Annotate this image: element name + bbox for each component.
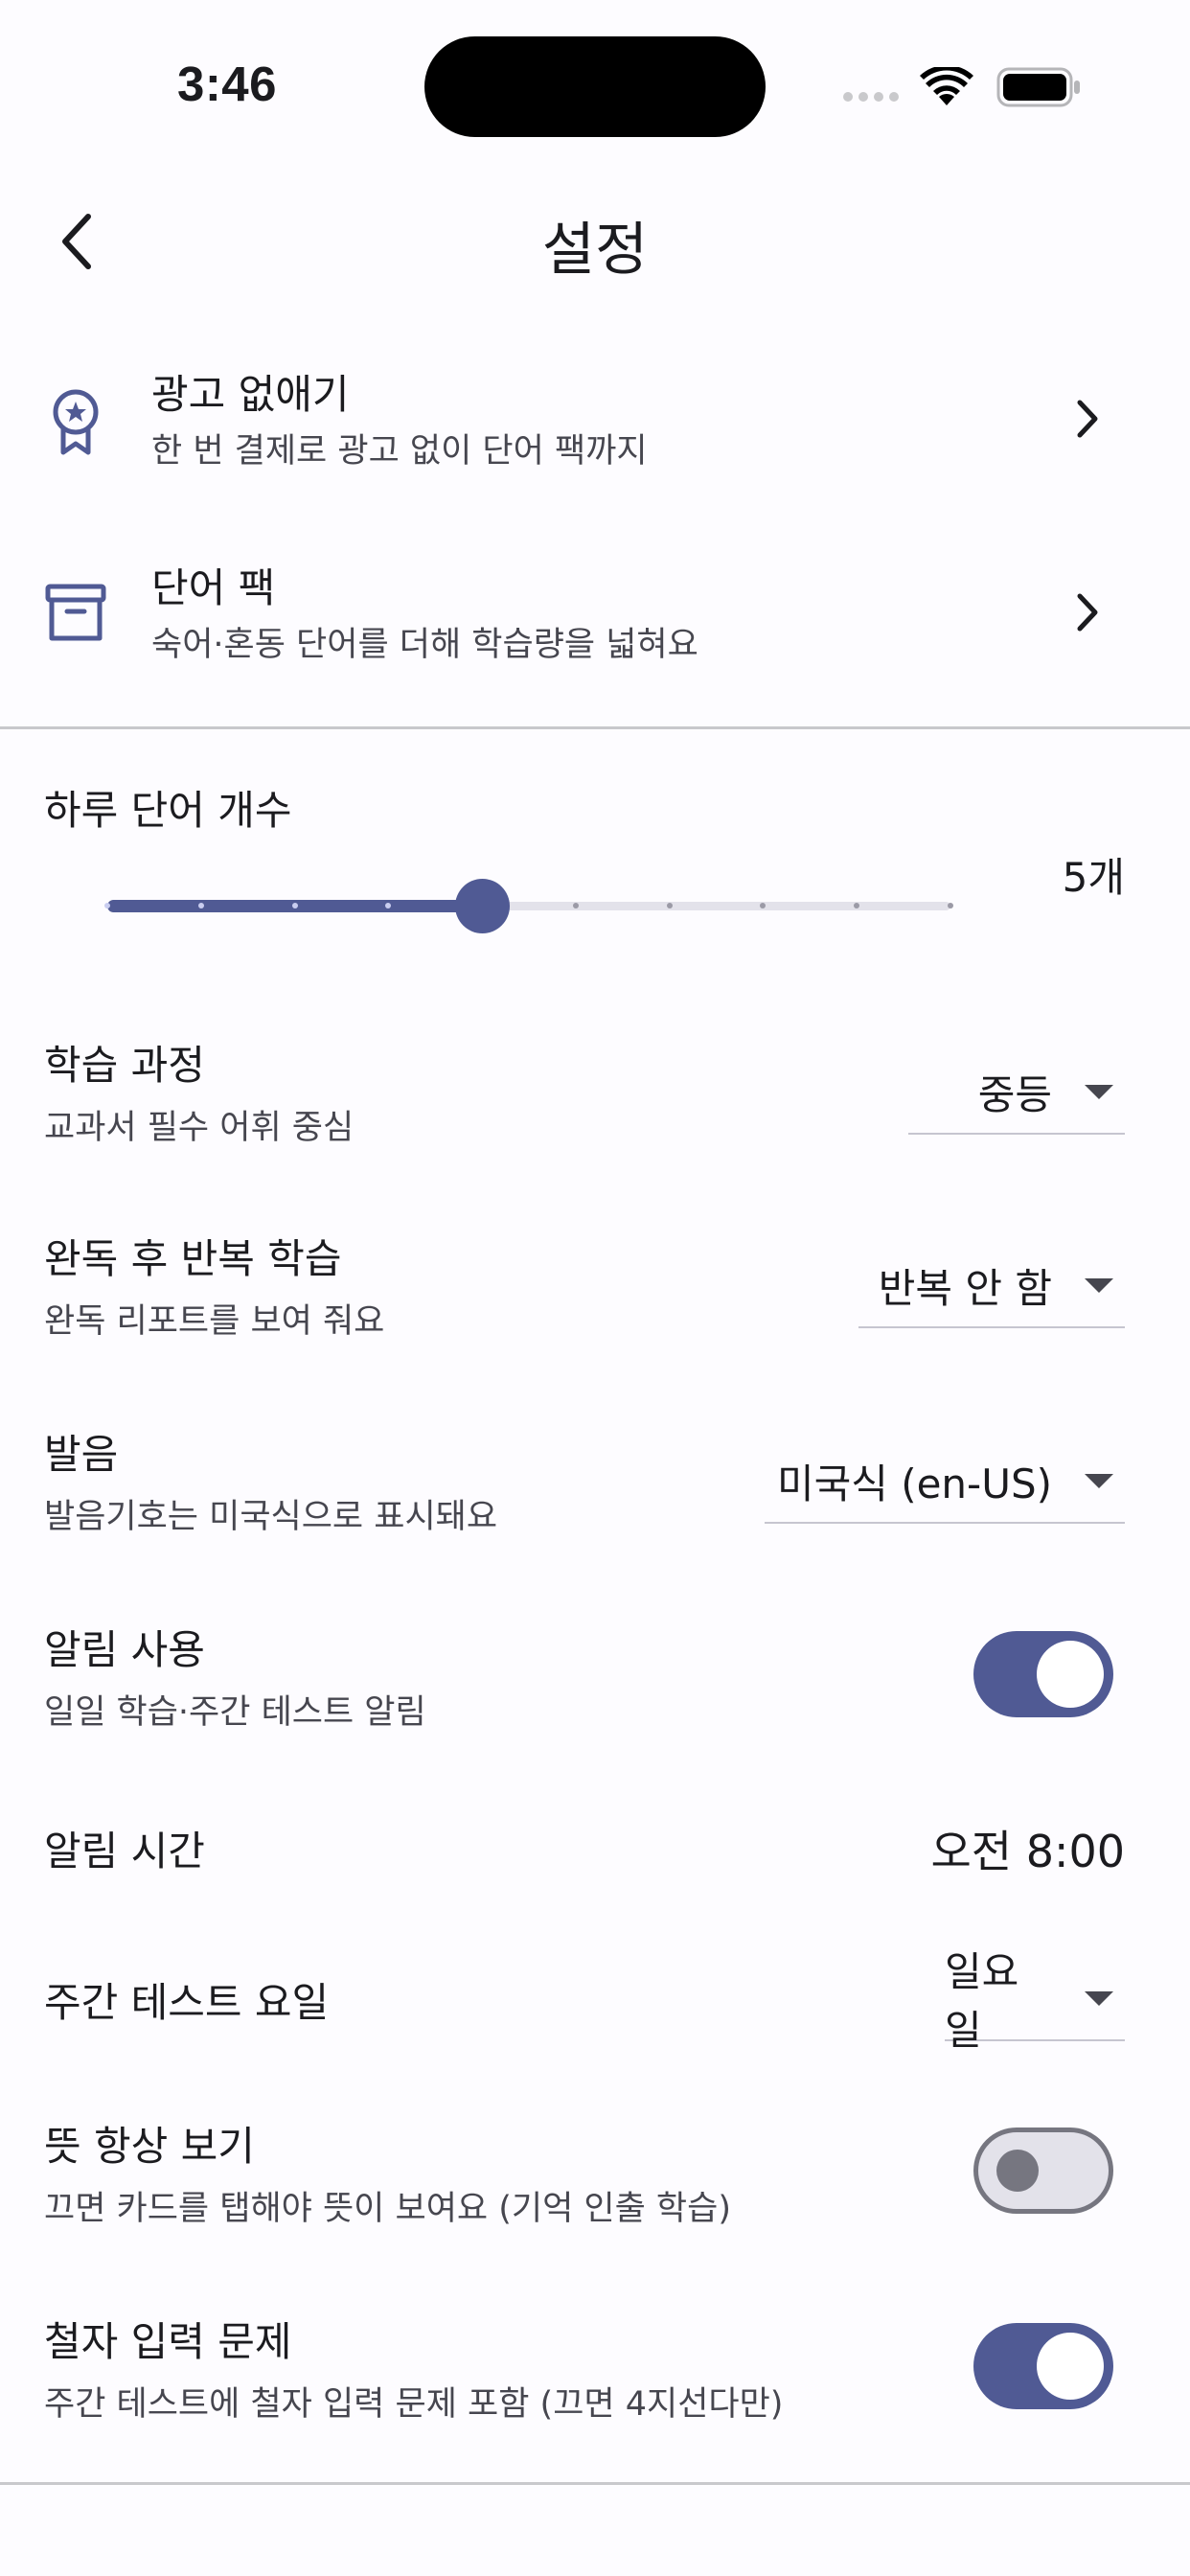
notifications-title: 알림 사용 — [44, 1626, 205, 1673]
course-title: 학습 과정 — [44, 1042, 205, 1089]
notifications-subtitle: 일일 학습·주간 테스트 알림 — [44, 1693, 426, 1732]
archive-box-icon — [42, 579, 109, 650]
repeat-selected: 반복 안 함 — [878, 1264, 1052, 1312]
notification-time-title: 알림 시간 — [44, 1828, 205, 1874]
word-packs-title: 단어 팩 — [151, 564, 276, 611]
word-packs-subtitle: 숙어·혼동 단어를 더해 학습량을 넓혀요 — [151, 626, 698, 664]
cellular-signal-icon — [843, 92, 899, 102]
caret-down-icon — [1085, 1277, 1113, 1293]
toggle-knob — [996, 2150, 1039, 2192]
test-day-selected: 일요일 — [945, 1948, 1019, 2054]
pronunciation-title: 발음 — [44, 1431, 119, 1478]
section-divider — [0, 726, 1190, 729]
slider-tick — [948, 903, 953, 908]
chevron-right-icon — [1073, 590, 1102, 638]
bottom-divider — [0, 2482, 1190, 2485]
page-title: 설정 — [541, 217, 649, 284]
remove-ads-title: 광고 없애기 — [151, 371, 350, 418]
pronunciation-subtitle: 발음기호는 미국식으로 표시돼요 — [44, 1498, 498, 1536]
toggle-knob — [1037, 1641, 1104, 1708]
pronunciation-selected: 미국식 (en-US) — [776, 1460, 1052, 1507]
nav-item-word-packs[interactable]: 단어 팩 숙어·혼동 단어를 더해 학습량을 넓혀요 — [0, 539, 1190, 682]
daily-words-slider[interactable] — [104, 879, 953, 933]
spelling-quiz-subtitle: 주간 테스트에 철자 입력 문제 포함 (끄면 4지선다만) — [44, 2385, 784, 2424]
test-day-dropdown[interactable]: 일요일 — [945, 1948, 1125, 2054]
award-ribbon-icon — [42, 383, 109, 464]
slider-tick — [104, 903, 110, 908]
course-selected: 중등 — [977, 1070, 1052, 1118]
status-time: 3:46 — [176, 57, 278, 111]
toggle-knob — [1037, 2333, 1104, 2400]
wifi-icon — [920, 64, 973, 111]
slider-thumb[interactable] — [455, 879, 511, 933]
slider-tick — [572, 903, 579, 908]
notification-time-value[interactable]: 오전 8:00 — [930, 1817, 1125, 1880]
always-meaning-title: 뜻 항상 보기 — [44, 2123, 255, 2170]
battery-icon — [996, 67, 1083, 111]
pronunciation-dropdown[interactable]: 미국식 (en-US) — [765, 1443, 1125, 1524]
slider-tick — [291, 903, 298, 908]
repeat-dropdown[interactable]: 반복 안 함 — [858, 1248, 1125, 1328]
repeat-subtitle: 완독 리포트를 보여 줘요 — [44, 1302, 385, 1341]
nav-item-remove-ads[interactable]: 광고 없애기 한 번 결제로 광고 없이 단어 팩까지 — [0, 345, 1190, 489]
slider-tick — [197, 903, 204, 908]
notifications-toggle[interactable] — [973, 1631, 1113, 1717]
chevron-right-icon — [1073, 397, 1102, 445]
caret-down-icon — [1085, 1990, 1113, 2006]
daily-words-value: 5개 — [1062, 854, 1125, 901]
caret-down-icon — [1085, 1084, 1113, 1099]
always-meaning-toggle[interactable] — [973, 2128, 1113, 2214]
daily-words-label: 하루 단어 개수 — [44, 787, 292, 834]
caret-down-icon — [1085, 1473, 1113, 1488]
course-subtitle: 교과서 필수 어휘 중심 — [44, 1109, 355, 1147]
remove-ads-subtitle: 한 번 결제로 광고 없이 단어 팩까지 — [151, 432, 648, 471]
repeat-title: 완독 후 반복 학습 — [44, 1235, 342, 1282]
test-day-title: 주간 테스트 요일 — [44, 1979, 330, 2026]
always-meaning-subtitle: 끄면 카드를 탭해야 뜻이 보여요 (기억 인출 학습) — [44, 2190, 731, 2228]
course-dropdown[interactable]: 중등 — [908, 1054, 1125, 1135]
spelling-quiz-title: 철자 입력 문제 — [44, 2318, 292, 2365]
spelling-quiz-toggle[interactable] — [973, 2323, 1113, 2409]
slider-tick — [666, 903, 673, 908]
dynamic-island — [424, 36, 766, 137]
